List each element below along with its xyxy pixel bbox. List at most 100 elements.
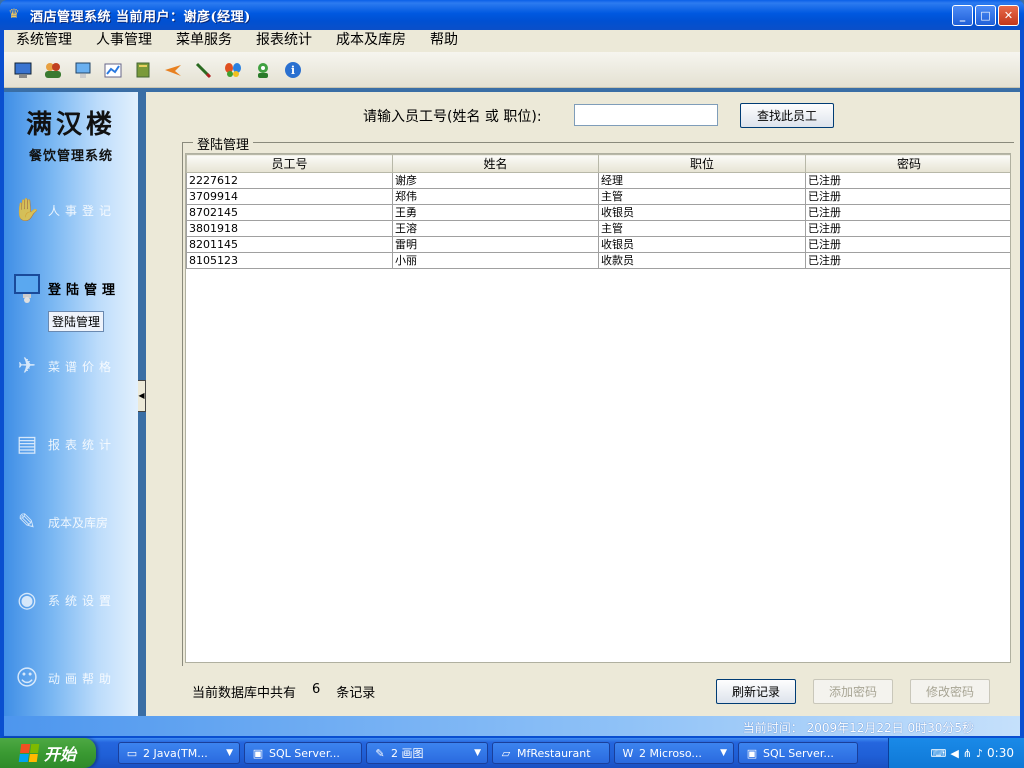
close-button[interactable]: ✕ bbox=[998, 5, 1019, 26]
menu-help[interactable]: 帮助 bbox=[418, 30, 470, 52]
refresh-records-button[interactable]: 刷新记录 bbox=[716, 679, 796, 704]
sidebar-item-label: 成本及库房 bbox=[48, 515, 109, 530]
chart-icon[interactable] bbox=[100, 57, 126, 83]
cell-position[interactable]: 收银员 bbox=[598, 204, 806, 221]
cell-password[interactable]: 已注册 bbox=[805, 188, 1010, 205]
taskbar: 开始 ▭ 2 Java(TM... ▼ ▣ SQL Server... ✎ 2 … bbox=[0, 738, 1024, 768]
find-employee-button[interactable]: 查找此员工 bbox=[740, 103, 834, 128]
cell-employee-id[interactable]: 3801918 bbox=[186, 220, 393, 237]
edit-password-button[interactable]: 修改密码 bbox=[910, 679, 990, 704]
cell-position[interactable]: 主管 bbox=[598, 188, 806, 205]
record-count-value: 6 bbox=[312, 682, 321, 697]
employee-table-container: 员工号 姓名 职位 密码 2227612 谢彦 经理 已注册 3709914 郑… bbox=[185, 153, 1011, 663]
window-frame-right bbox=[1020, 30, 1024, 738]
record-count-suffix: 条记录 bbox=[336, 686, 376, 701]
table-row[interactable]: 3801918 王溶 主管 已注册 bbox=[186, 220, 1010, 237]
taskbar-item-microsoft-word[interactable]: W 2 Microso... ▼ bbox=[614, 742, 734, 764]
windows-flag-icon bbox=[18, 744, 40, 762]
pen-icon: ✎ bbox=[17, 509, 37, 535]
window-icon: ▭ bbox=[126, 746, 138, 760]
cell-name[interactable]: 王溶 bbox=[392, 220, 599, 237]
cell-password[interactable]: 已注册 bbox=[805, 252, 1010, 269]
network-icon[interactable]: ⋔ bbox=[963, 747, 972, 760]
user-icon[interactable] bbox=[250, 57, 276, 83]
cell-name[interactable]: 雷明 bbox=[392, 236, 599, 253]
pen-icon[interactable] bbox=[190, 57, 216, 83]
sidebar-item-menu-price[interactable]: ✈ 菜谱价格 bbox=[12, 346, 136, 386]
volume-icon[interactable]: ♪ bbox=[976, 747, 983, 760]
taskbar-item-mfrestaurant[interactable]: ▱ MfRestaurant bbox=[492, 742, 610, 764]
minimize-button[interactable]: _ bbox=[952, 5, 973, 26]
cell-employee-id[interactable]: 2227612 bbox=[186, 172, 393, 189]
cell-position[interactable]: 收银员 bbox=[598, 236, 806, 253]
cell-name[interactable]: 王勇 bbox=[392, 204, 599, 221]
cell-password[interactable]: 已注册 bbox=[805, 172, 1010, 189]
info-icon[interactable]: i bbox=[280, 57, 306, 83]
cell-password[interactable]: 已注册 bbox=[805, 236, 1010, 253]
menu-reports[interactable]: 报表统计 bbox=[244, 30, 324, 52]
sidebar-item-login-management[interactable]: 登陆管理 bbox=[12, 268, 136, 308]
cell-employee-id[interactable]: 3709914 bbox=[186, 188, 393, 205]
sidebar-item-personnel[interactable]: ✋ 人事登记 bbox=[12, 190, 136, 230]
taskbar-item-paint[interactable]: ✎ 2 画图 ▼ bbox=[366, 742, 488, 764]
keyboard-icon[interactable]: ⌨ bbox=[930, 747, 946, 760]
taskbar-item-sql-server-2[interactable]: ▣ SQL Server... bbox=[738, 742, 858, 764]
menu-system[interactable]: 系统管理 bbox=[4, 30, 84, 52]
search-label: 请输入员工号(姓名 或 职位): bbox=[363, 109, 542, 125]
table-row[interactable]: 8105123 小丽 收款员 已注册 bbox=[186, 252, 1010, 269]
column-header-password[interactable]: 密码 bbox=[805, 154, 1010, 173]
start-button[interactable]: 开始 bbox=[0, 738, 96, 768]
svg-text:i: i bbox=[291, 64, 295, 77]
system-tray: ⌨ ◀ ⋔ ♪ 0:30 bbox=[888, 738, 1024, 768]
table-row[interactable]: 3709914 郑伟 主管 已注册 bbox=[186, 188, 1010, 205]
cell-employee-id[interactable]: 8105123 bbox=[186, 252, 393, 269]
brand-subtitle: 餐饮管理系统 bbox=[28, 149, 113, 164]
cell-position[interactable]: 经理 bbox=[598, 172, 806, 189]
cell-position[interactable]: 主管 bbox=[598, 220, 806, 237]
column-header-employee-id[interactable]: 员工号 bbox=[186, 154, 393, 173]
sidebar-item-cost-warehouse[interactable]: ✎ 成本及库房 bbox=[12, 502, 136, 542]
cell-name[interactable]: 小丽 bbox=[392, 252, 599, 269]
maximize-button[interactable]: □ bbox=[975, 5, 996, 26]
taskbar-item-java[interactable]: ▭ 2 Java(TM... ▼ bbox=[118, 742, 240, 764]
cell-employee-id[interactable]: 8201145 bbox=[186, 236, 393, 253]
cell-name[interactable]: 谢彦 bbox=[392, 172, 599, 189]
disc-icon: ◉ bbox=[17, 587, 37, 613]
cell-employee-id[interactable]: 8702145 bbox=[186, 204, 393, 221]
clock[interactable]: 0:30 bbox=[987, 746, 1014, 760]
sidebar-item-reports[interactable]: ▤ 报表统计 bbox=[12, 424, 136, 464]
monitor-icon[interactable] bbox=[70, 57, 96, 83]
table-row[interactable]: 2227612 谢彦 经理 已注册 bbox=[186, 172, 1010, 189]
cell-position[interactable]: 收款员 bbox=[598, 252, 806, 269]
sidebar-item-label: 动画帮助 bbox=[48, 671, 117, 686]
brand: 满汉楼 餐饮管理系统 bbox=[4, 104, 138, 164]
users-icon[interactable] bbox=[40, 57, 66, 83]
paint-icon: ✎ bbox=[375, 746, 385, 760]
cell-password[interactable]: 已注册 bbox=[805, 204, 1010, 221]
plane-icon[interactable] bbox=[160, 57, 186, 83]
cell-name[interactable]: 郑伟 bbox=[392, 188, 599, 205]
group-title: 登陆管理 bbox=[193, 134, 254, 153]
sidebar-sublink-login-management[interactable]: 登陆管理 bbox=[48, 311, 105, 332]
cell-password[interactable]: 已注册 bbox=[805, 220, 1010, 237]
menu-personnel[interactable]: 人事管理 bbox=[84, 30, 164, 52]
chevron-left-icon[interactable]: ◀ bbox=[950, 747, 958, 760]
bird-icon: ✈ bbox=[17, 353, 37, 379]
collapse-sidebar-handle[interactable]: ◀ bbox=[138, 380, 146, 412]
start-label: 开始 bbox=[43, 745, 76, 764]
book-icon[interactable] bbox=[130, 57, 156, 83]
menu-menu-service[interactable]: 菜单服务 bbox=[164, 30, 244, 52]
sidebar-item-animation-help[interactable]: ☺ 动画帮助 bbox=[12, 658, 136, 698]
butterfly-icon[interactable] bbox=[220, 57, 246, 83]
column-header-position[interactable]: 职位 bbox=[598, 154, 806, 173]
add-password-button[interactable]: 添加密码 bbox=[813, 679, 893, 704]
document-icon: ▤ bbox=[16, 431, 38, 457]
menu-cost-warehouse[interactable]: 成本及库房 bbox=[324, 30, 418, 52]
table-row[interactable]: 8702145 王勇 收银员 已注册 bbox=[186, 204, 1010, 221]
computer-icon[interactable] bbox=[10, 57, 36, 83]
sidebar-item-system-settings[interactable]: ◉ 系统设置 bbox=[12, 580, 136, 620]
employee-search-input[interactable] bbox=[574, 104, 718, 126]
column-header-name[interactable]: 姓名 bbox=[392, 154, 599, 173]
table-row[interactable]: 8201145 雷明 收银员 已注册 bbox=[186, 236, 1010, 253]
taskbar-item-sql-server[interactable]: ▣ SQL Server... bbox=[244, 742, 362, 764]
